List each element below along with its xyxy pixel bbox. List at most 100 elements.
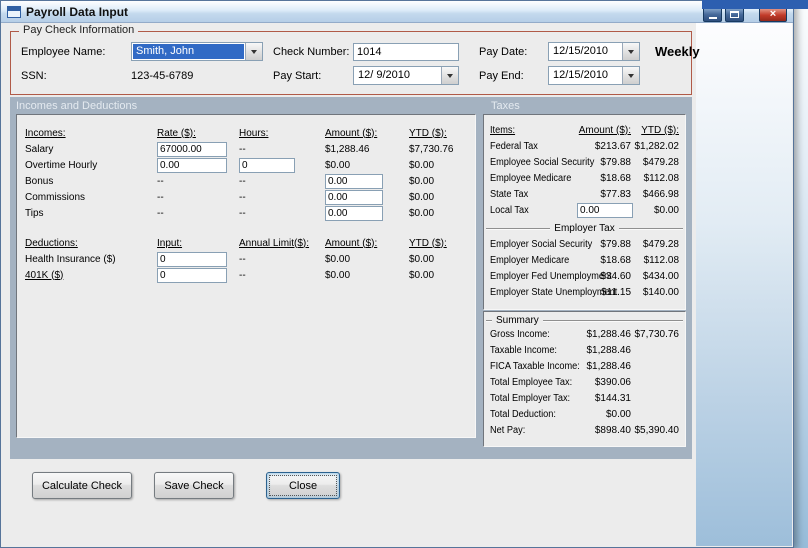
taxable-income-row: Taxable Income: $1,288.46 [484, 343, 685, 359]
taxable-income-amount: $1,288.46 [586, 345, 632, 356]
taxes-panel: Items: Amount ($): YTD ($): Federal Tax … [483, 114, 686, 310]
fica-taxable-income-row: FICA Taxable Income: $1,288.46 [484, 359, 685, 375]
employee-ss-row: Employee Social Security $79.88 $479.28 [484, 155, 685, 171]
items-col-header: Items: [490, 125, 516, 136]
employer-tax-separator: Employer Tax [484, 219, 685, 237]
pay-date-value: 12/15/2010 [553, 45, 609, 57]
net-pay-ytd: $5,390.40 [634, 425, 680, 436]
federal-tax-ytd: $1,282.02 [634, 141, 680, 152]
total-employer-tax-row: Total Employer Tax: $144.31 [484, 391, 685, 407]
taxable-income-label: Taxable Income: [490, 345, 558, 356]
pay-start-value: 12/ 9/2010 [358, 69, 410, 81]
chevron-down-icon [447, 73, 453, 78]
pay-start-label: Pay Start: [273, 70, 322, 82]
pay-end-dropdown-button[interactable] [622, 67, 639, 84]
employee-name-label: Employee Name: [21, 46, 106, 58]
employer-ss-ytd: $479.28 [642, 239, 679, 250]
pay-start-dropdown-button[interactable] [441, 67, 458, 84]
deductions-col-header: Deductions: [25, 237, 78, 249]
chevron-down-icon [251, 49, 257, 54]
minimize-icon [708, 16, 717, 19]
pay-date-picker[interactable]: 12/15/2010 [548, 42, 640, 61]
health-insurance-row: Health Insurance ($) -- $0.00 $0.00 [17, 251, 475, 267]
employer-medicare-label: Employer Medicare [490, 255, 570, 266]
pay-end-value: 12/15/2010 [553, 69, 609, 81]
incomes-header-row: Incomes: Rate ($): Hours: Amount ($): YT… [17, 125, 475, 141]
sections-background: Incomes and Deductions Taxes Incomes: Ra… [10, 97, 692, 459]
bonus-ytd: $0.00 [409, 175, 435, 187]
pay-frequency-label: Weekly [655, 44, 700, 59]
employer-medicare-row: Employer Medicare $18.68 $112.08 [484, 253, 685, 269]
federal-tax-row: Federal Tax $213.67 $1,282.02 [484, 139, 685, 155]
ded-ytd-col-header: YTD ($): [409, 237, 447, 249]
window-title: Payroll Data Input [26, 4, 129, 19]
salary-hours: -- [239, 143, 246, 155]
title-bar[interactable]: Payroll Data Input × [1, 1, 793, 23]
chevron-down-icon [628, 73, 634, 78]
bonus-label: Bonus [25, 175, 54, 187]
k401-input[interactable] [157, 267, 227, 283]
employer-state-unemployment-amount: $11.15 [601, 287, 631, 298]
overtime-hours-input[interactable] [239, 157, 295, 173]
tips-row: Tips -- -- $0.00 [17, 205, 475, 221]
gross-income-row: Gross Income: $1,288.46 $7,730.76 [484, 327, 685, 343]
pay-date-dropdown-button[interactable] [622, 43, 639, 60]
salary-amount: $1,288.46 [325, 143, 370, 155]
pay-end-picker[interactable]: 12/15/2010 [548, 66, 640, 85]
commissions-amount-input[interactable] [325, 189, 383, 205]
k401-ytd: $0.00 [409, 269, 435, 281]
employer-tax-header: Employer Tax [554, 222, 615, 234]
net-pay-row: Net Pay: $898.40 $5,390.40 [484, 423, 685, 439]
overtime-amount: $0.00 [325, 159, 351, 171]
employee-name-dropdown-button[interactable] [245, 43, 262, 60]
total-employer-tax-amount: $144.31 [594, 393, 631, 404]
employer-ss-amount: $79.88 [600, 239, 631, 250]
employer-ss-label: Employer Social Security [490, 239, 593, 250]
total-deduction-label: Total Deduction: [490, 409, 556, 420]
pay-date-label: Pay Date: [479, 46, 528, 58]
overtime-rate-input[interactable] [157, 157, 227, 173]
health-insurance-input[interactable] [157, 251, 227, 267]
local-tax-input[interactable] [577, 203, 633, 218]
amount-col-header: Amount ($): [325, 127, 378, 139]
employee-medicare-label: Employee Medicare [490, 173, 572, 184]
commissions-row: Commissions -- -- $0.00 [17, 189, 475, 205]
annual-limit-col-header: Annual Limit($): [239, 237, 310, 249]
overtime-row: Overtime Hourly $0.00 $0.00 [17, 157, 475, 173]
close-button[interactable]: Close [266, 472, 340, 499]
k401-link[interactable]: 401K ($) [25, 270, 157, 281]
save-check-button[interactable]: Save Check [154, 472, 234, 499]
employee-medicare-row: Employee Medicare $18.68 $112.08 [484, 171, 685, 187]
tips-rate: -- [157, 207, 164, 219]
local-tax-row: Local Tax $0.00 [484, 203, 685, 219]
bonus-hours: -- [239, 175, 246, 187]
incomes-panel: Incomes: Rate ($): Hours: Amount ($): YT… [16, 114, 476, 438]
employee-name-combobox[interactable]: Smith, John [131, 42, 263, 61]
state-tax-ytd: $466.98 [642, 189, 679, 200]
incomes-section-title: Incomes and Deductions [16, 100, 138, 112]
calculate-check-button[interactable]: Calculate Check [32, 472, 132, 499]
hours-col-header: Hours: [239, 127, 269, 139]
maximize-icon [730, 10, 739, 18]
check-number-input[interactable] [353, 43, 459, 61]
federal-tax-label: Federal Tax [490, 141, 538, 152]
pay-end-label: Pay End: [479, 70, 524, 82]
employer-fed-unemployment-ytd: $434.00 [642, 271, 679, 282]
payroll-window: Payroll Data Input × Pay Check Informati… [0, 0, 794, 548]
salary-ytd: $7,730.76 [409, 143, 454, 155]
salary-rate-input[interactable] [157, 141, 227, 157]
employer-medicare-ytd: $112.08 [643, 255, 679, 266]
ssn-value: 123-45-6789 [131, 70, 194, 82]
state-tax-row: State Tax $77.83 $466.98 [484, 187, 685, 203]
ded-amount-col-header: Amount ($): [325, 237, 378, 249]
tax-amount-col-header: Amount ($): [578, 125, 631, 136]
bonus-amount-input[interactable] [325, 173, 383, 189]
paycheck-info-group: Pay Check Information Employee Name: Smi… [10, 24, 700, 95]
tips-amount-input[interactable] [325, 205, 383, 221]
total-deduction-amount: $0.00 [605, 409, 631, 420]
overtime-ytd: $0.00 [409, 159, 435, 171]
k401-limit: -- [239, 269, 246, 281]
employer-fed-unemployment-label: Employer Fed Unemployment [490, 271, 612, 282]
pay-start-picker[interactable]: 12/ 9/2010 [353, 66, 459, 85]
tips-label: Tips [25, 207, 44, 219]
